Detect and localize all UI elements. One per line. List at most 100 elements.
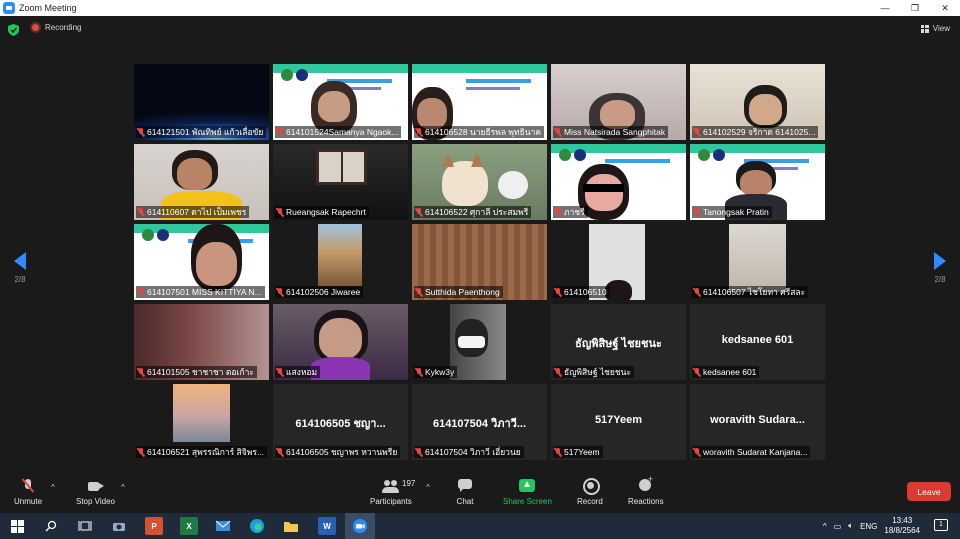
participant-tile[interactable]: ธัญพิสิษฐ์ ไชยชนะ ธัญพิสิษฐ์ ไชยชนะ — [551, 304, 686, 380]
participant-name: woravith Sudarat Kanjana... — [703, 447, 808, 457]
mail-app-button[interactable] — [214, 517, 232, 535]
participant-tile[interactable]: 614107501 MISS KITTIYA N... — [134, 224, 269, 300]
participant-name-label: 517Yeem — [553, 446, 603, 458]
participant-count: 197 — [402, 479, 416, 488]
participant-name: 614106505 ชญาพร หวานพรีย — [286, 447, 398, 457]
participant-name-label: Kykw3y — [414, 366, 458, 378]
participant-tile[interactable]: 614106528 นายธีรพล พุทธินาค — [412, 64, 547, 140]
participant-tile[interactable]: 614101505 ชาชาชา ตอเก้าะ — [134, 304, 269, 380]
zoom-app-button[interactable] — [345, 513, 375, 539]
search-button[interactable] — [42, 517, 60, 535]
participant-name-label: ธัญพิสิษฐ์ ไชยชนะ — [553, 366, 635, 378]
taskbar-clock[interactable]: 13:43 18/8/2564 — [884, 516, 920, 536]
participant-name: 614102506 Jiwaree — [286, 287, 361, 297]
participant-tile[interactable]: 614106507 ไชโยทา ศรีสละ — [690, 224, 825, 300]
participant-name: 614106528 นายธีรพล พุทธินาค — [425, 127, 542, 137]
record-icon — [581, 478, 600, 495]
stop-video-button[interactable]: Stop Video — [76, 478, 115, 506]
participant-tile[interactable]: kedsanee 601 kedsanee 601 — [690, 304, 825, 380]
chat-button[interactable]: Chat — [456, 478, 474, 506]
participant-tile[interactable]: แสงหอม — [273, 304, 408, 380]
participant-name-label: 614107504 วิภาวี เอี่ยวนย — [414, 446, 524, 458]
folder-icon — [284, 521, 298, 532]
edge-app-button[interactable] — [248, 517, 266, 535]
participant-name-label: Sutthida Paenthong — [414, 286, 503, 298]
participant-tile[interactable]: 614110607 ดาไป เป็มเพชร — [134, 144, 269, 220]
participants-options-caret-icon[interactable]: ^ — [426, 483, 430, 492]
camera-app-button[interactable] — [110, 517, 128, 535]
maximize-button[interactable]: ❐ — [900, 0, 930, 16]
window-titlebar: Zoom Meeting — ❐ ✕ — [0, 0, 960, 16]
reactions-button[interactable]: Reactions — [628, 474, 664, 506]
participants-label: Participants — [370, 497, 412, 506]
participant-tile[interactable]: 614102529 จริกาด 6141025... — [690, 64, 825, 140]
minimize-button[interactable]: — — [870, 0, 900, 16]
participant-name: 614110607 ดาไป เป็มเพชร — [147, 207, 247, 217]
participant-tile[interactable]: 614101524Samanya Ngaok... — [273, 64, 408, 140]
participant-name-label: แสงหอม — [275, 366, 321, 378]
battery-icon[interactable]: ▭ — [834, 522, 842, 531]
task-view-icon — [78, 521, 92, 531]
muted-microphone-icon — [415, 287, 423, 297]
muted-microphone-icon — [693, 447, 701, 457]
participant-name-label: 614107501 MISS KITTIYA N... — [136, 286, 265, 298]
close-button[interactable]: ✕ — [930, 0, 960, 16]
participant-name: 614121501 พัณทิพย์ แก้วเลื่อขัย — [147, 127, 264, 137]
recording-label: Recording — [45, 23, 82, 32]
volume-icon[interactable]: 🔈︎ — [848, 521, 853, 531]
muted-microphone-icon — [693, 367, 701, 377]
notification-center-icon[interactable]: 1 — [934, 519, 948, 531]
participant-name-label: woravith Sudarat Kanjana... — [692, 446, 811, 458]
participant-tile[interactable]: 614121501 พัณทิพย์ แก้วเลื่อขัย — [134, 64, 269, 140]
video-options-caret-icon[interactable]: ^ — [121, 483, 125, 492]
participant-tile[interactable]: ภาชรี — [551, 144, 686, 220]
participant-tile[interactable]: Sutthida Paenthong — [412, 224, 547, 300]
participant-display-name: woravith Sudara... — [710, 414, 805, 426]
muted-microphone-icon — [554, 367, 562, 377]
participant-tile[interactable]: Rueangsak Rapechrt — [273, 144, 408, 220]
participant-tile[interactable]: 517Yeem 517Yeem — [551, 384, 686, 460]
task-view-button[interactable] — [76, 517, 94, 535]
participant-name: Kykw3y — [425, 367, 455, 377]
participant-tile[interactable]: 614102506 Jiwaree — [273, 224, 408, 300]
muted-microphone-icon — [276, 367, 284, 377]
muted-microphone-icon — [276, 127, 284, 137]
record-button[interactable]: Record — [577, 478, 603, 506]
participant-tile[interactable]: Miss Natsirada Sangphitak — [551, 64, 686, 140]
participant-tile[interactable]: Kykw3y — [412, 304, 547, 380]
participant-tile[interactable]: Tanongsak Pratin — [690, 144, 825, 220]
participant-tile[interactable]: 614106505 ชญา... 614106505 ชญาพร หวานพรีย — [273, 384, 408, 460]
muted-microphone-icon — [415, 127, 423, 137]
excel-app-button[interactable]: X — [180, 517, 198, 535]
security-shield-icon[interactable] — [8, 24, 19, 36]
participant-tile[interactable]: 614106510 — [551, 224, 686, 300]
leave-button[interactable]: Leave — [907, 482, 951, 501]
participant-tile[interactable]: 614106521 สุพรรณิการ์ สิจิพร... — [134, 384, 269, 460]
participant-display-name: 614107504 วิภาวี... — [432, 418, 527, 430]
view-label: View — [932, 24, 950, 33]
word-app-button[interactable]: W — [318, 517, 336, 535]
unmute-button[interactable]: Unmute — [14, 478, 42, 506]
next-page-button[interactable]: 2/8 — [925, 252, 955, 284]
page-indicator-left: 2/8 — [14, 275, 26, 284]
participant-tile[interactable]: woravith Sudara... woravith Sudarat Kanja… — [690, 384, 825, 460]
participant-name: 614102529 จริกาด 6141025... — [703, 127, 816, 137]
powerpoint-app-button[interactable]: P — [145, 517, 163, 535]
recording-indicator[interactable]: Recording — [30, 22, 81, 33]
participant-name-label: 614106522 ศุกาลี ประสมพรี — [414, 206, 532, 218]
muted-microphone-icon — [554, 447, 562, 457]
participants-icon — [381, 478, 400, 494]
muted-microphone-icon — [693, 207, 701, 217]
view-button[interactable]: View — [920, 24, 950, 33]
participant-tile[interactable]: 614106522 ศุกาลี ประสมพรี — [412, 144, 547, 220]
language-indicator[interactable]: ENG — [860, 522, 877, 531]
audio-options-caret-icon[interactable]: ^ — [51, 483, 55, 492]
show-hidden-icons-chevron-icon[interactable]: ^ — [823, 522, 827, 531]
start-button[interactable] — [8, 517, 26, 535]
window-title: Zoom Meeting — [19, 3, 77, 13]
previous-page-button[interactable]: 2/8 — [5, 252, 35, 284]
participant-name-label: 614101505 ชาชาชา ตอเก้าะ — [136, 366, 257, 378]
participant-tile[interactable]: 614107504 วิภาวี... 614107504 วิภาวี เอี่… — [412, 384, 547, 460]
file-explorer-app-button[interactable] — [282, 517, 300, 535]
share-screen-button[interactable]: Share Screen — [503, 478, 552, 506]
